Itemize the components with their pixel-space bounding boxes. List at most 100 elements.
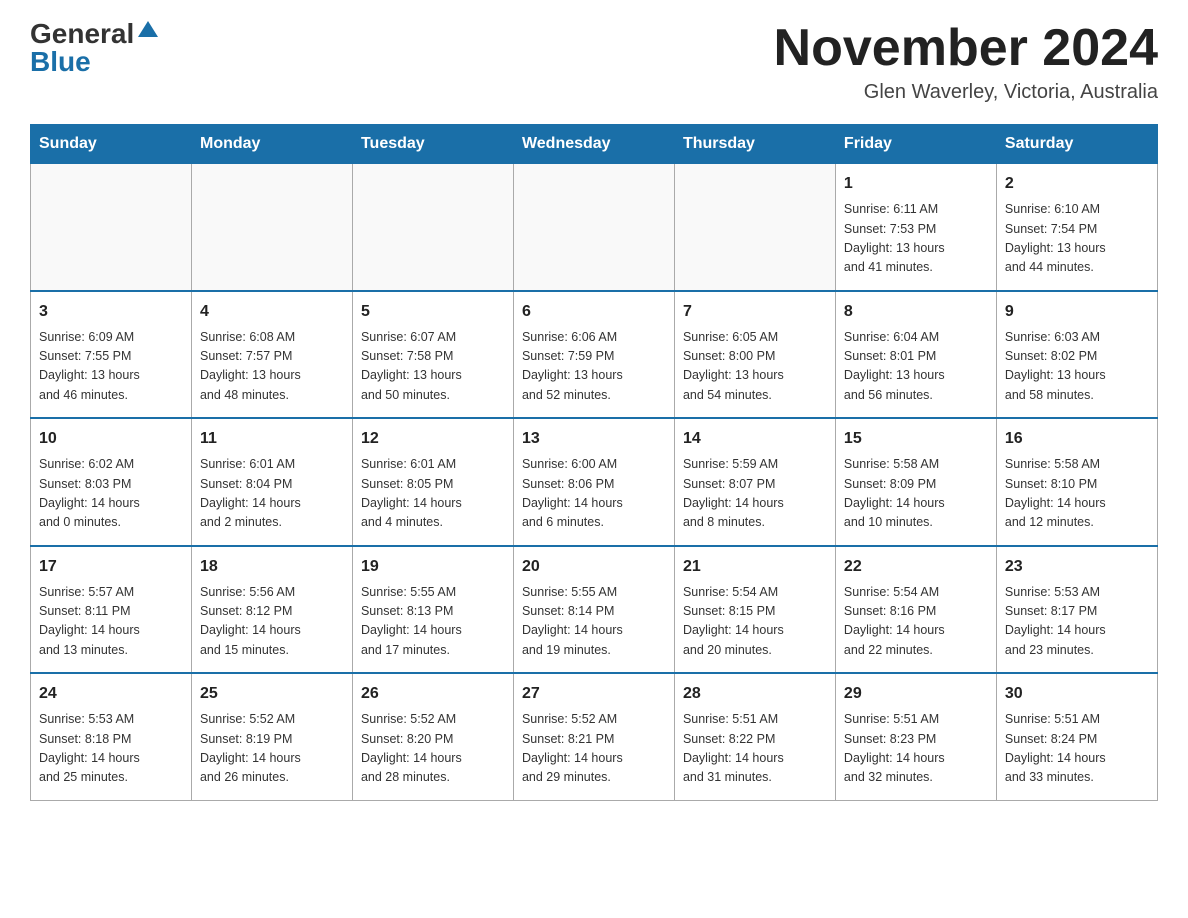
day-number: 1 [844, 172, 988, 196]
day-info: Sunrise: 6:03 AMSunset: 8:02 PMDaylight:… [1005, 328, 1149, 406]
day-number: 15 [844, 427, 988, 451]
table-row: 13Sunrise: 6:00 AMSunset: 8:06 PMDayligh… [513, 418, 674, 546]
day-number: 18 [200, 555, 344, 579]
day-number: 10 [39, 427, 183, 451]
day-info: Sunrise: 6:02 AMSunset: 8:03 PMDaylight:… [39, 455, 183, 533]
calendar: Sunday Monday Tuesday Wednesday Thursday… [30, 124, 1158, 801]
table-row: 11 Sunrise: 6:01 AMSunset: 8:04 PMDayligh… [191, 418, 352, 546]
day-number: 25 [200, 682, 344, 706]
day-info: Sunrise: 5:57 AMSunset: 8:11 PMDaylight:… [39, 583, 183, 661]
day-number: 5 [361, 300, 505, 324]
title-area: November 2024 Glen Waverley, Victoria, A… [774, 20, 1158, 104]
day-number: 17 [39, 555, 183, 579]
table-row: 5 Sunrise: 6:07 AMSunset: 7:58 PMDaylight… [352, 291, 513, 419]
day-info: Sunrise: 5:51 AMSunset: 8:24 PMDaylight:… [1005, 710, 1149, 788]
table-row: 6 Sunrise: 6:06 AMSunset: 7:59 PMDaylight… [513, 291, 674, 419]
day-number: 11 [200, 427, 344, 451]
day-number: 20 [522, 555, 666, 579]
day-number: 24 [39, 682, 183, 706]
day-info: Sunrise: 6:08 AMSunset: 7:57 PMDaylight:… [200, 328, 344, 406]
day-info: Sunrise: 6:04 AMSunset: 8:01 PMDaylight:… [844, 328, 988, 406]
location-title: Glen Waverley, Victoria, Australia [774, 81, 1158, 104]
table-row: 21 Sunrise: 5:54 AMSunset: 8:15 PMDayligh… [674, 546, 835, 674]
day-info: Sunrise: 6:05 AMSunset: 8:00 PMDaylight:… [683, 328, 827, 406]
calendar-week-row: 1 Sunrise: 6:11 AMSunset: 7:53 PMDaylight… [31, 164, 1158, 291]
table-row: 26 Sunrise: 5:52 AMSunset: 8:20 PMDayligh… [352, 673, 513, 800]
day-number: 23 [1005, 555, 1149, 579]
day-number: 30 [1005, 682, 1149, 706]
day-number: 26 [361, 682, 505, 706]
day-number: 12 [361, 427, 505, 451]
day-number: 16 [1005, 427, 1149, 451]
table-row: 14Sunrise: 5:59 AMSunset: 8:07 PMDayligh… [674, 418, 835, 546]
table-row: 27 Sunrise: 5:52 AMSunset: 8:21 PMDayligh… [513, 673, 674, 800]
table-row: 1 Sunrise: 6:11 AMSunset: 7:53 PMDaylight… [835, 164, 996, 291]
day-number: 7 [683, 300, 827, 324]
col-saturday: Saturday [996, 125, 1157, 164]
calendar-week-row: 24 Sunrise: 5:53 AMSunset: 8:18 PMDayligh… [31, 673, 1158, 800]
day-info: Sunrise: 5:51 AMSunset: 8:23 PMDaylight:… [844, 710, 988, 788]
day-info: Sunrise: 6:11 AMSunset: 7:53 PMDaylight:… [844, 200, 988, 278]
day-number: 27 [522, 682, 666, 706]
day-number: 4 [200, 300, 344, 324]
day-number: 2 [1005, 172, 1149, 196]
header: General Blue November 2024 Glen Waverley… [30, 20, 1158, 104]
day-info: Sunrise: 5:55 AMSunset: 8:13 PMDaylight:… [361, 583, 505, 661]
calendar-week-row: 3 Sunrise: 6:09 AMSunset: 7:55 PMDaylight… [31, 291, 1158, 419]
logo-blue-text: Blue [30, 48, 91, 76]
table-row: 25 Sunrise: 5:52 AMSunset: 8:19 PMDayligh… [191, 673, 352, 800]
day-number: 22 [844, 555, 988, 579]
table-row: 24 Sunrise: 5:53 AMSunset: 8:18 PMDayligh… [31, 673, 192, 800]
table-row: 20 Sunrise: 5:55 AMSunset: 8:14 PMDayligh… [513, 546, 674, 674]
day-info: Sunrise: 6:10 AMSunset: 7:54 PMDaylight:… [1005, 200, 1149, 278]
day-info: Sunrise: 6:01 AMSunset: 8:05 PMDaylight:… [361, 455, 505, 533]
day-info: Sunrise: 5:56 AMSunset: 8:12 PMDaylight:… [200, 583, 344, 661]
table-row: 17 Sunrise: 5:57 AMSunset: 8:11 PMDayligh… [31, 546, 192, 674]
day-info: Sunrise: 5:53 AMSunset: 8:17 PMDaylight:… [1005, 583, 1149, 661]
day-info: Sunrise: 5:54 AMSunset: 8:15 PMDaylight:… [683, 583, 827, 661]
col-friday: Friday [835, 125, 996, 164]
table-row [674, 164, 835, 291]
day-number: 3 [39, 300, 183, 324]
table-row: 28Sunrise: 5:51 AMSunset: 8:22 PMDayligh… [674, 673, 835, 800]
day-number: 6 [522, 300, 666, 324]
day-info: Sunrise: 6:01 AMSunset: 8:04 PMDaylight:… [200, 455, 344, 533]
col-sunday: Sunday [31, 125, 192, 164]
table-row: 16 Sunrise: 5:58 AMSunset: 8:10 PMDayligh… [996, 418, 1157, 546]
table-row: 22 Sunrise: 5:54 AMSunset: 8:16 PMDayligh… [835, 546, 996, 674]
day-info: Sunrise: 5:53 AMSunset: 8:18 PMDaylight:… [39, 710, 183, 788]
day-info: Sunrise: 5:55 AMSunset: 8:14 PMDaylight:… [522, 583, 666, 661]
table-row: 7 Sunrise: 6:05 AMSunset: 8:00 PMDaylight… [674, 291, 835, 419]
table-row: 18 Sunrise: 5:56 AMSunset: 8:12 PMDayligh… [191, 546, 352, 674]
calendar-week-row: 10 Sunrise: 6:02 AMSunset: 8:03 PMDayligh… [31, 418, 1158, 546]
col-thursday: Thursday [674, 125, 835, 164]
day-info: Sunrise: 5:52 AMSunset: 8:21 PMDaylight:… [522, 710, 666, 788]
table-row: 9Sunrise: 6:03 AMSunset: 8:02 PMDaylight… [996, 291, 1157, 419]
table-row: 3 Sunrise: 6:09 AMSunset: 7:55 PMDaylight… [31, 291, 192, 419]
day-number: 21 [683, 555, 827, 579]
day-number: 8 [844, 300, 988, 324]
day-number: 13 [522, 427, 666, 451]
calendar-week-row: 17 Sunrise: 5:57 AMSunset: 8:11 PMDayligh… [31, 546, 1158, 674]
day-number: 19 [361, 555, 505, 579]
day-info: Sunrise: 5:58 AMSunset: 8:10 PMDaylight:… [1005, 455, 1149, 533]
logo-general-text: General [30, 20, 134, 48]
col-tuesday: Tuesday [352, 125, 513, 164]
table-row [31, 164, 192, 291]
day-info: Sunrise: 6:09 AMSunset: 7:55 PMDaylight:… [39, 328, 183, 406]
table-row: 30 Sunrise: 5:51 AMSunset: 8:24 PMDayligh… [996, 673, 1157, 800]
table-row: 19 Sunrise: 5:55 AMSunset: 8:13 PMDayligh… [352, 546, 513, 674]
table-row: 8 Sunrise: 6:04 AMSunset: 8:01 PMDaylight… [835, 291, 996, 419]
day-info: Sunrise: 6:06 AMSunset: 7:59 PMDaylight:… [522, 328, 666, 406]
table-row: 12 Sunrise: 6:01 AMSunset: 8:05 PMDayligh… [352, 418, 513, 546]
day-info: Sunrise: 5:51 AMSunset: 8:22 PMDaylight:… [683, 710, 827, 788]
table-row: 10 Sunrise: 6:02 AMSunset: 8:03 PMDayligh… [31, 418, 192, 546]
day-number: 14 [683, 427, 827, 451]
table-row: 4 Sunrise: 6:08 AMSunset: 7:57 PMDaylight… [191, 291, 352, 419]
day-info: Sunrise: 5:52 AMSunset: 8:20 PMDaylight:… [361, 710, 505, 788]
calendar-header-row: Sunday Monday Tuesday Wednesday Thursday… [31, 125, 1158, 164]
day-info: Sunrise: 5:54 AMSunset: 8:16 PMDaylight:… [844, 583, 988, 661]
day-info: Sunrise: 5:52 AMSunset: 8:19 PMDaylight:… [200, 710, 344, 788]
table-row: 2 Sunrise: 6:10 AMSunset: 7:54 PMDaylight… [996, 164, 1157, 291]
day-info: Sunrise: 6:07 AMSunset: 7:58 PMDaylight:… [361, 328, 505, 406]
